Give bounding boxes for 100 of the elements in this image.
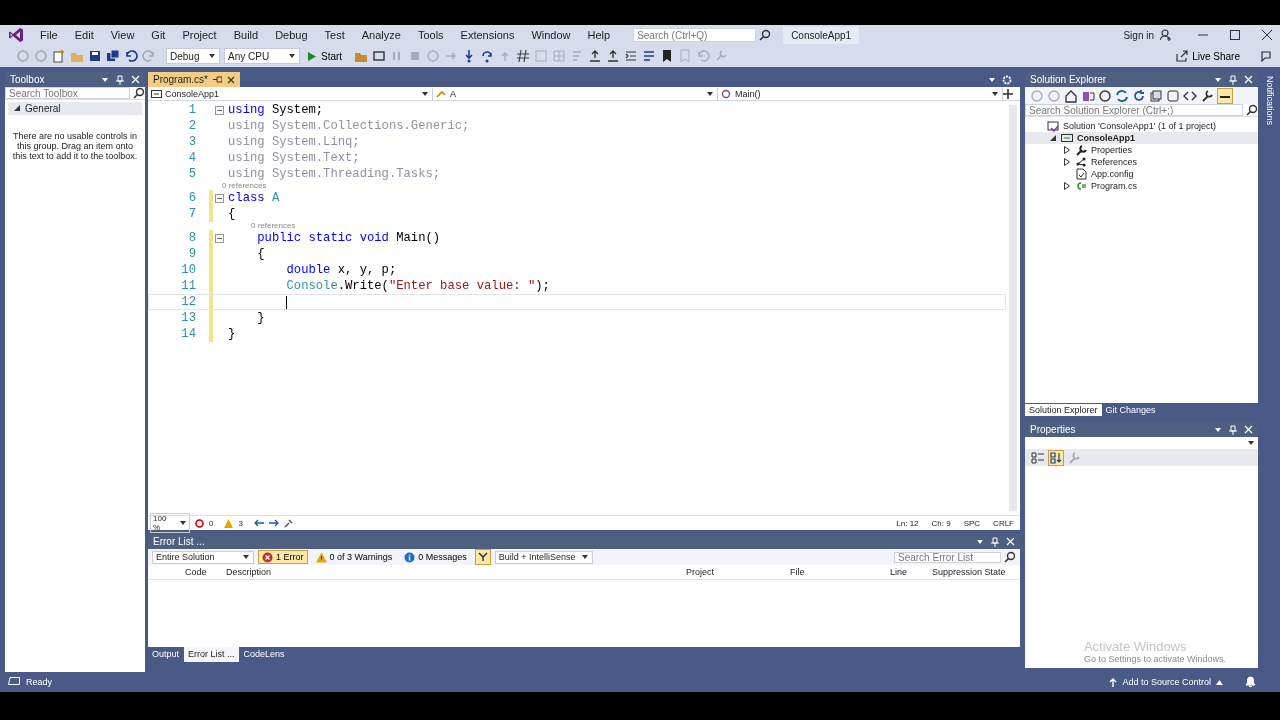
platform-dropdown[interactable]: Any CPU [224, 48, 300, 64]
whitespace-indicator[interactable]: SPC [963, 518, 981, 528]
account-icon[interactable] [1160, 29, 1172, 41]
menu-item[interactable]: Tools [409, 29, 453, 41]
member-dropdown[interactable]: Main() [718, 87, 1003, 100]
filter-icon[interactable] [474, 549, 491, 565]
search-field[interactable]: Search Solution Explorer (Ctrl+;) [1025, 104, 1243, 116]
column-header[interactable]: Project [682, 567, 786, 577]
menu-item[interactable]: Window [523, 29, 580, 41]
column-indicator[interactable]: Ch: 9 [931, 518, 951, 528]
menu-item[interactable]: Test [316, 29, 354, 41]
menu-item[interactable]: Analyze [353, 29, 410, 41]
step-over-icon[interactable] [480, 49, 495, 63]
settings-icon[interactable] [1002, 74, 1012, 85]
tree-item[interactable]: References [1025, 156, 1258, 168]
search-field[interactable]: Search Error List [894, 551, 1001, 563]
filter-button[interactable]: 1 Error [258, 550, 308, 564]
files-icon[interactable] [1166, 88, 1180, 103]
undo-icon[interactable] [124, 49, 138, 63]
panel-tab[interactable]: Solution Explorer [1025, 404, 1102, 416]
menu-item[interactable]: View [102, 29, 144, 41]
save-all-icon[interactable] [106, 49, 120, 63]
tree-item[interactable]: Properties [1025, 144, 1258, 156]
dropdown-icon[interactable] [101, 75, 109, 84]
dropdown-icon[interactable] [988, 75, 996, 84]
new-item-icon[interactable] [52, 49, 66, 63]
upload-icon[interactable] [606, 49, 621, 63]
menu-item[interactable]: Help [579, 29, 620, 41]
tree-item[interactable]: ConsoleApp1 [1025, 132, 1258, 144]
collapse-icon[interactable] [215, 193, 224, 203]
notifications-tab[interactable]: Notifications [1265, 76, 1275, 126]
menu-item[interactable]: Extensions [452, 29, 524, 41]
collapse-icon[interactable] [215, 105, 224, 115]
hash-icon[interactable] [516, 49, 531, 63]
upload-icon[interactable] [588, 49, 603, 63]
menu-item[interactable]: Edit [66, 29, 103, 41]
tree-item[interactable]: App.config [1025, 168, 1258, 180]
forward-arrow-icon[interactable] [268, 519, 279, 527]
menu-item[interactable]: Git [143, 29, 175, 41]
menu-item[interactable]: File [32, 29, 67, 41]
refresh-icon[interactable] [1132, 88, 1146, 103]
menu-item[interactable]: Build [225, 29, 268, 41]
collapsed-arrow-icon[interactable] [1064, 158, 1070, 166]
menu-item[interactable]: Debug [267, 29, 317, 41]
configuration-dropdown[interactable]: Debug [166, 48, 220, 64]
codelens-label[interactable]: 0 references [222, 181, 267, 190]
home-icon[interactable] [1064, 88, 1078, 103]
search-field[interactable]: Search Toolbox [5, 87, 130, 99]
scope-dropdown[interactable]: Entire Solution [152, 550, 254, 564]
maximize-icon[interactable] [1230, 30, 1240, 40]
filter-button[interactable]: 0 Messages [400, 550, 471, 564]
error-count[interactable]: 0 [209, 518, 214, 528]
output-window-icon[interactable] [8, 677, 20, 687]
dropdown-icon[interactable] [1214, 75, 1222, 84]
start-button[interactable]: Start [304, 50, 347, 62]
codelens-label[interactable]: 0 references [251, 221, 296, 230]
filter-button[interactable]: 0 of 3 Warnings [311, 550, 397, 564]
back-arrow-icon[interactable] [253, 519, 264, 527]
bell-icon[interactable] [1245, 676, 1256, 688]
collapse-icon[interactable] [215, 233, 224, 243]
collapsed-arrow-icon[interactable] [1064, 146, 1070, 154]
line-indicator[interactable]: Ln: 12 [896, 518, 919, 528]
alphabetical-icon[interactable] [1048, 449, 1064, 466]
sign-in-link[interactable]: Sign in [1123, 29, 1154, 41]
save-icon[interactable] [88, 49, 102, 63]
line-ending-indicator[interactable]: CRLF [993, 518, 1014, 528]
tree-item[interactable]: Program.cs [1025, 180, 1258, 192]
close-icon[interactable] [227, 75, 235, 84]
column-header[interactable]: File [786, 567, 886, 577]
toolbox-group[interactable]: General [8, 102, 142, 115]
dropdown-icon[interactable] [1214, 425, 1222, 434]
live-share-button[interactable]: Live Share [1174, 50, 1242, 62]
column-header[interactable]: Code [181, 567, 222, 577]
sync-icon[interactable] [1115, 88, 1129, 103]
source-dropdown[interactable]: Build + IntelliSense [494, 550, 593, 564]
tree-item[interactable]: Solution 'ConsoleApp1' (1 of 1 project) [1025, 120, 1258, 132]
zoom-dropdown[interactable]: 100 % [150, 513, 190, 533]
dropdown-icon[interactable] [976, 537, 984, 546]
type-dropdown[interactable]: A [433, 87, 718, 100]
collapsed-arrow-icon[interactable] [1064, 182, 1070, 190]
comment-icon[interactable] [642, 49, 657, 63]
expanded-arrow-icon[interactable] [1050, 135, 1056, 141]
pin-icon[interactable] [213, 75, 222, 84]
warning-count[interactable]: 3 [238, 518, 243, 528]
column-header[interactable]: Description [222, 567, 682, 577]
close-icon[interactable] [1262, 30, 1272, 40]
panel-tab[interactable]: Git Changes [1101, 404, 1160, 416]
project-dropdown[interactable]: ConsoleApp1 [148, 87, 433, 100]
search-field[interactable]: Search (Ctrl+Q) [633, 28, 757, 42]
source-control-button[interactable]: Add to Source Control [1103, 676, 1229, 688]
document-tab[interactable]: Program.cs* [148, 72, 240, 87]
categorized-icon[interactable] [1031, 450, 1045, 465]
feedback-icon[interactable] [1260, 50, 1272, 62]
column-header[interactable]: Suppression State [928, 567, 1012, 577]
menu-item[interactable]: Project [174, 29, 226, 41]
collapse-all-icon[interactable] [1149, 88, 1163, 103]
panel-tab[interactable]: Error List ... [184, 647, 239, 662]
wrench-icon[interactable] [1200, 88, 1214, 103]
column-header[interactable]: Line [886, 567, 928, 577]
window-icon[interactable] [372, 49, 387, 63]
